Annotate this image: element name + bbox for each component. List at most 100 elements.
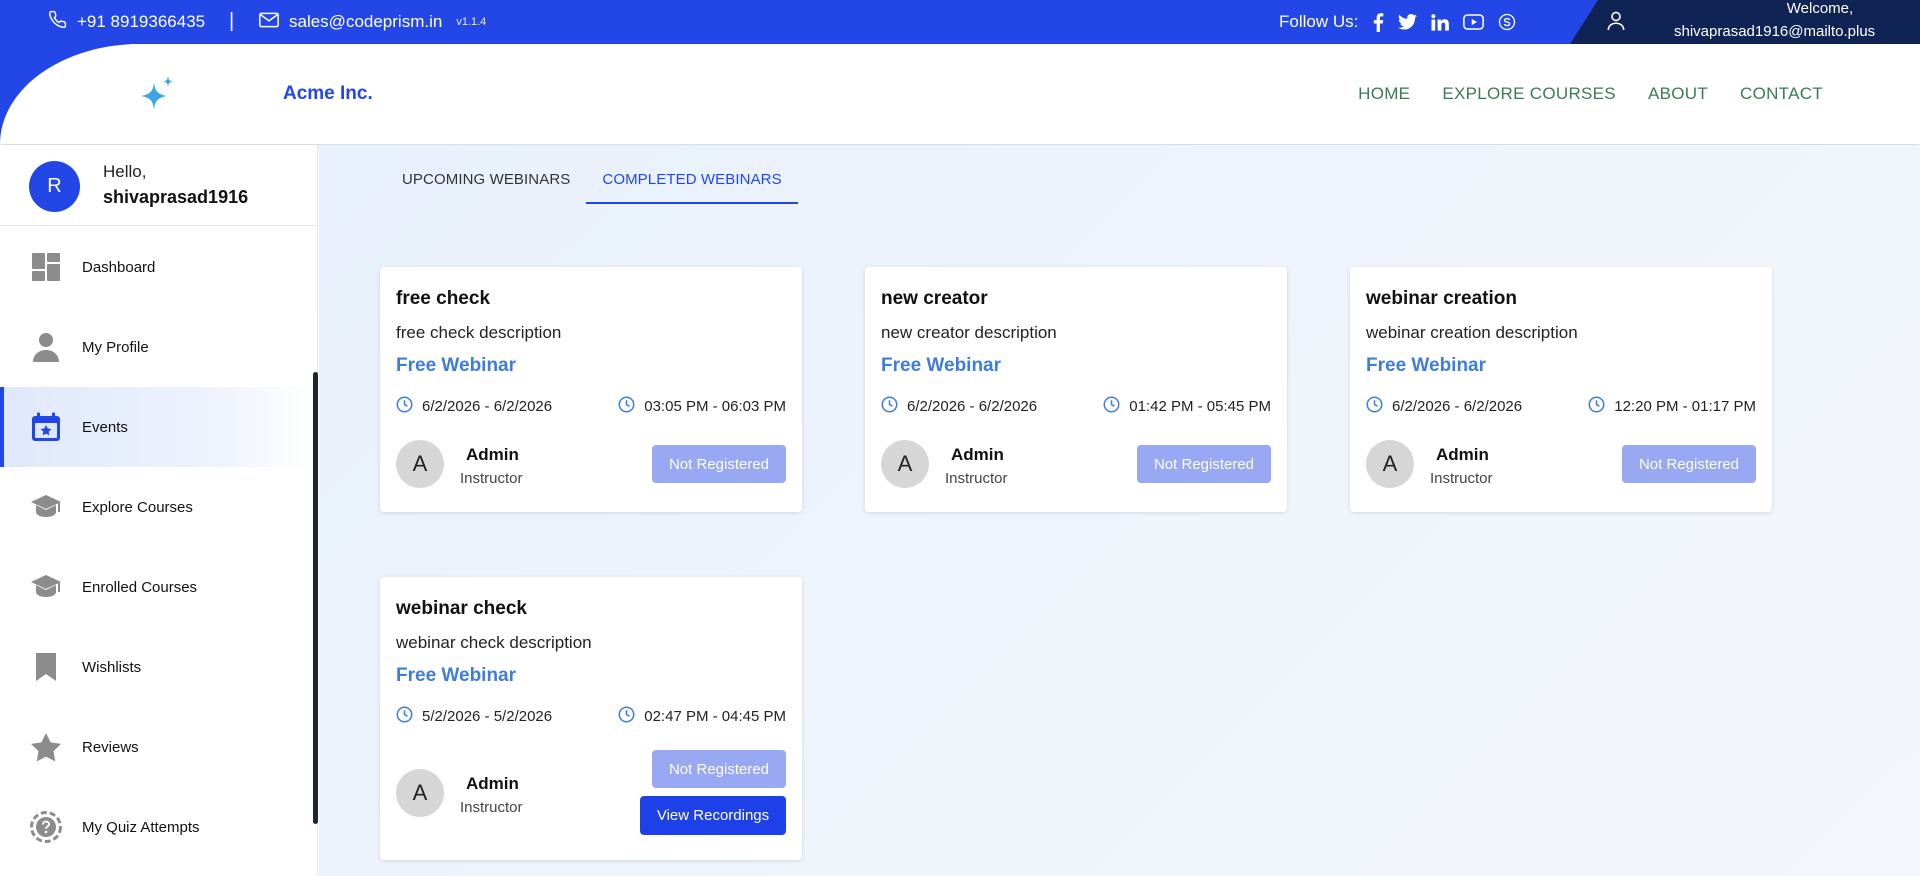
sidebar-item-label: Events — [82, 418, 128, 436]
follow-us: Follow Us: — [1279, 0, 1516, 44]
webinar-times: 02:47 PM - 04:45 PM — [618, 706, 786, 727]
youtube-icon[interactable] — [1463, 14, 1485, 30]
follow-label: Follow Us: — [1279, 12, 1359, 31]
instructor-role: Instructor — [945, 470, 1008, 487]
view-recordings-button[interactable]: View Recordings — [640, 796, 786, 835]
webinar-times: 03:05 PM - 06:03 PM — [618, 396, 786, 417]
mail-icon — [259, 12, 279, 33]
sidebar-item-label: Reviews — [82, 738, 139, 756]
version-label: v1.1.4 — [456, 16, 487, 28]
sidebar: R Hello, shivaprasad1916 Dashboard My Pr… — [0, 145, 318, 876]
sidebar-item-my-profile[interactable]: My Profile — [0, 307, 312, 387]
sidebar-item-label: Wishlists — [82, 658, 142, 676]
skype-icon[interactable] — [1498, 13, 1516, 31]
welcome-label: Welcome, — [1786, 0, 1854, 17]
sidebar-menu: Dashboard My Profile Events Explore Cour… — [0, 227, 312, 867]
sidebar-item-dashboard[interactable]: Dashboard — [0, 227, 312, 307]
nav-contact[interactable]: CONTACT — [1740, 84, 1823, 104]
sidebar-item-enrolled-courses[interactable]: Enrolled Courses — [0, 547, 312, 627]
date-range: 6/2/2026 - 6/2/2026 — [422, 398, 553, 415]
nav-explore-courses[interactable]: EXPLORE COURSES — [1442, 84, 1616, 104]
time-range: 03:05 PM - 06:03 PM — [644, 398, 786, 415]
bookmark-icon — [30, 651, 62, 683]
instructor-avatar: A — [881, 440, 929, 488]
webinar-type: Free Webinar — [396, 665, 517, 686]
welcome-box[interactable]: Welcome, shivaprasad1916@mailto.plus — [1570, 0, 1920, 44]
user-icon — [1607, 11, 1625, 36]
instructor-avatar: A — [396, 440, 444, 488]
sparkle-logo-icon[interactable] — [137, 74, 177, 119]
webinar-type: Free Webinar — [396, 355, 517, 376]
phone-number: +91 8919366435 — [77, 12, 206, 31]
instructor-avatar: A — [1366, 440, 1414, 488]
instructor-avatar: A — [396, 769, 444, 817]
avatar[interactable]: R — [29, 161, 80, 212]
instructor-role: Instructor — [460, 470, 523, 487]
webinar-tabs: UPCOMING WEBINARS COMPLETED WEBINARS — [386, 163, 798, 204]
email-address: sales@codeprism.in — [289, 12, 443, 31]
hello-label: Hello, — [103, 162, 147, 181]
quiz-icon — [30, 811, 62, 843]
sidebar-scrollbar[interactable] — [313, 372, 318, 824]
phone-contact[interactable]: +91 8919366435 — [48, 0, 205, 44]
nav-about[interactable]: ABOUT — [1648, 84, 1708, 104]
clock-icon — [396, 396, 413, 417]
sidebar-item-label: My Quiz Attempts — [82, 818, 200, 836]
webinar-type: Free Webinar — [1366, 355, 1487, 376]
person-icon — [30, 331, 62, 363]
facebook-icon[interactable] — [1372, 12, 1384, 32]
webinar-dates: 5/2/2026 - 5/2/2026 — [396, 706, 552, 727]
tab-completed-webinars[interactable]: COMPLETED WEBINARS — [586, 163, 798, 204]
clock-icon — [1103, 396, 1120, 417]
instructor-role: Instructor — [1430, 470, 1493, 487]
instructor-name: Admin — [466, 774, 519, 793]
twitter-icon[interactable] — [1398, 14, 1418, 30]
clock-icon — [1366, 396, 1383, 417]
dashboard-icon — [30, 251, 62, 283]
sidebar-item-label: Enrolled Courses — [82, 578, 198, 596]
date-range: 5/2/2026 - 5/2/2026 — [422, 708, 553, 725]
sidebar-item-label: Explore Courses — [82, 498, 193, 516]
sidebar-item-reviews[interactable]: Reviews — [0, 707, 312, 787]
instructor-name: Admin — [466, 445, 519, 464]
instructor-name: Admin — [1436, 445, 1489, 464]
linkedin-icon[interactable] — [1431, 13, 1450, 31]
webinar-card[interactable]: webinar creation webinar creation descri… — [1350, 267, 1772, 512]
webinar-title: new creator — [881, 288, 988, 309]
nav-home[interactable]: HOME — [1358, 84, 1410, 104]
sidebar-item-label: My Profile — [82, 338, 149, 356]
webinar-card[interactable]: webinar check webinar check description … — [380, 577, 802, 860]
webinar-dates: 6/2/2026 - 6/2/2026 — [1366, 396, 1522, 417]
webinar-type: Free Webinar — [881, 355, 1002, 376]
not-registered-button[interactable]: Not Registered — [652, 445, 786, 483]
sidebar-item-wishlists[interactable]: Wishlists — [0, 627, 312, 707]
sidebar-item-my-quiz-attempts[interactable]: My Quiz Attempts — [0, 787, 312, 867]
phone-icon — [48, 10, 67, 34]
top-bar: +91 8919366435 | sales@codeprism.in v1.1… — [0, 0, 1920, 44]
email-contact[interactable]: sales@codeprism.in v1.1.4 — [259, 0, 486, 44]
welcome-email: shivaprasad1916@mailto.plus — [1674, 23, 1876, 40]
header-curve-decoration — [0, 44, 130, 144]
date-range: 6/2/2026 - 6/2/2026 — [907, 398, 1038, 415]
not-registered-button[interactable]: Not Registered — [652, 750, 786, 788]
brand-name[interactable]: Acme Inc. — [283, 83, 373, 105]
clock-icon — [396, 706, 413, 727]
username: shivaprasad1916 — [103, 187, 249, 207]
webinar-card[interactable]: new creator new creator description Free… — [865, 267, 1287, 512]
webinar-title: free check — [396, 288, 491, 309]
separator: | — [229, 10, 235, 32]
webinar-description: webinar check description — [396, 633, 592, 652]
tab-upcoming-webinars[interactable]: UPCOMING WEBINARS — [386, 163, 586, 204]
time-range: 02:47 PM - 04:45 PM — [644, 708, 786, 725]
time-range: 01:42 PM - 05:45 PM — [1129, 398, 1271, 415]
sidebar-item-events[interactable]: Events — [0, 387, 312, 467]
user-greeting: R Hello, shivaprasad1916 — [0, 145, 317, 226]
not-registered-button[interactable]: Not Registered — [1137, 445, 1271, 483]
sidebar-item-explore-courses[interactable]: Explore Courses — [0, 467, 312, 547]
clock-icon — [1588, 396, 1605, 417]
webinar-card[interactable]: free check free check description Free W… — [380, 267, 802, 512]
main-content: UPCOMING WEBINARS COMPLETED WEBINARS fre… — [319, 145, 1920, 876]
clock-icon — [618, 396, 635, 417]
webinar-description: new creator description — [881, 323, 1057, 342]
not-registered-button[interactable]: Not Registered — [1622, 445, 1756, 483]
